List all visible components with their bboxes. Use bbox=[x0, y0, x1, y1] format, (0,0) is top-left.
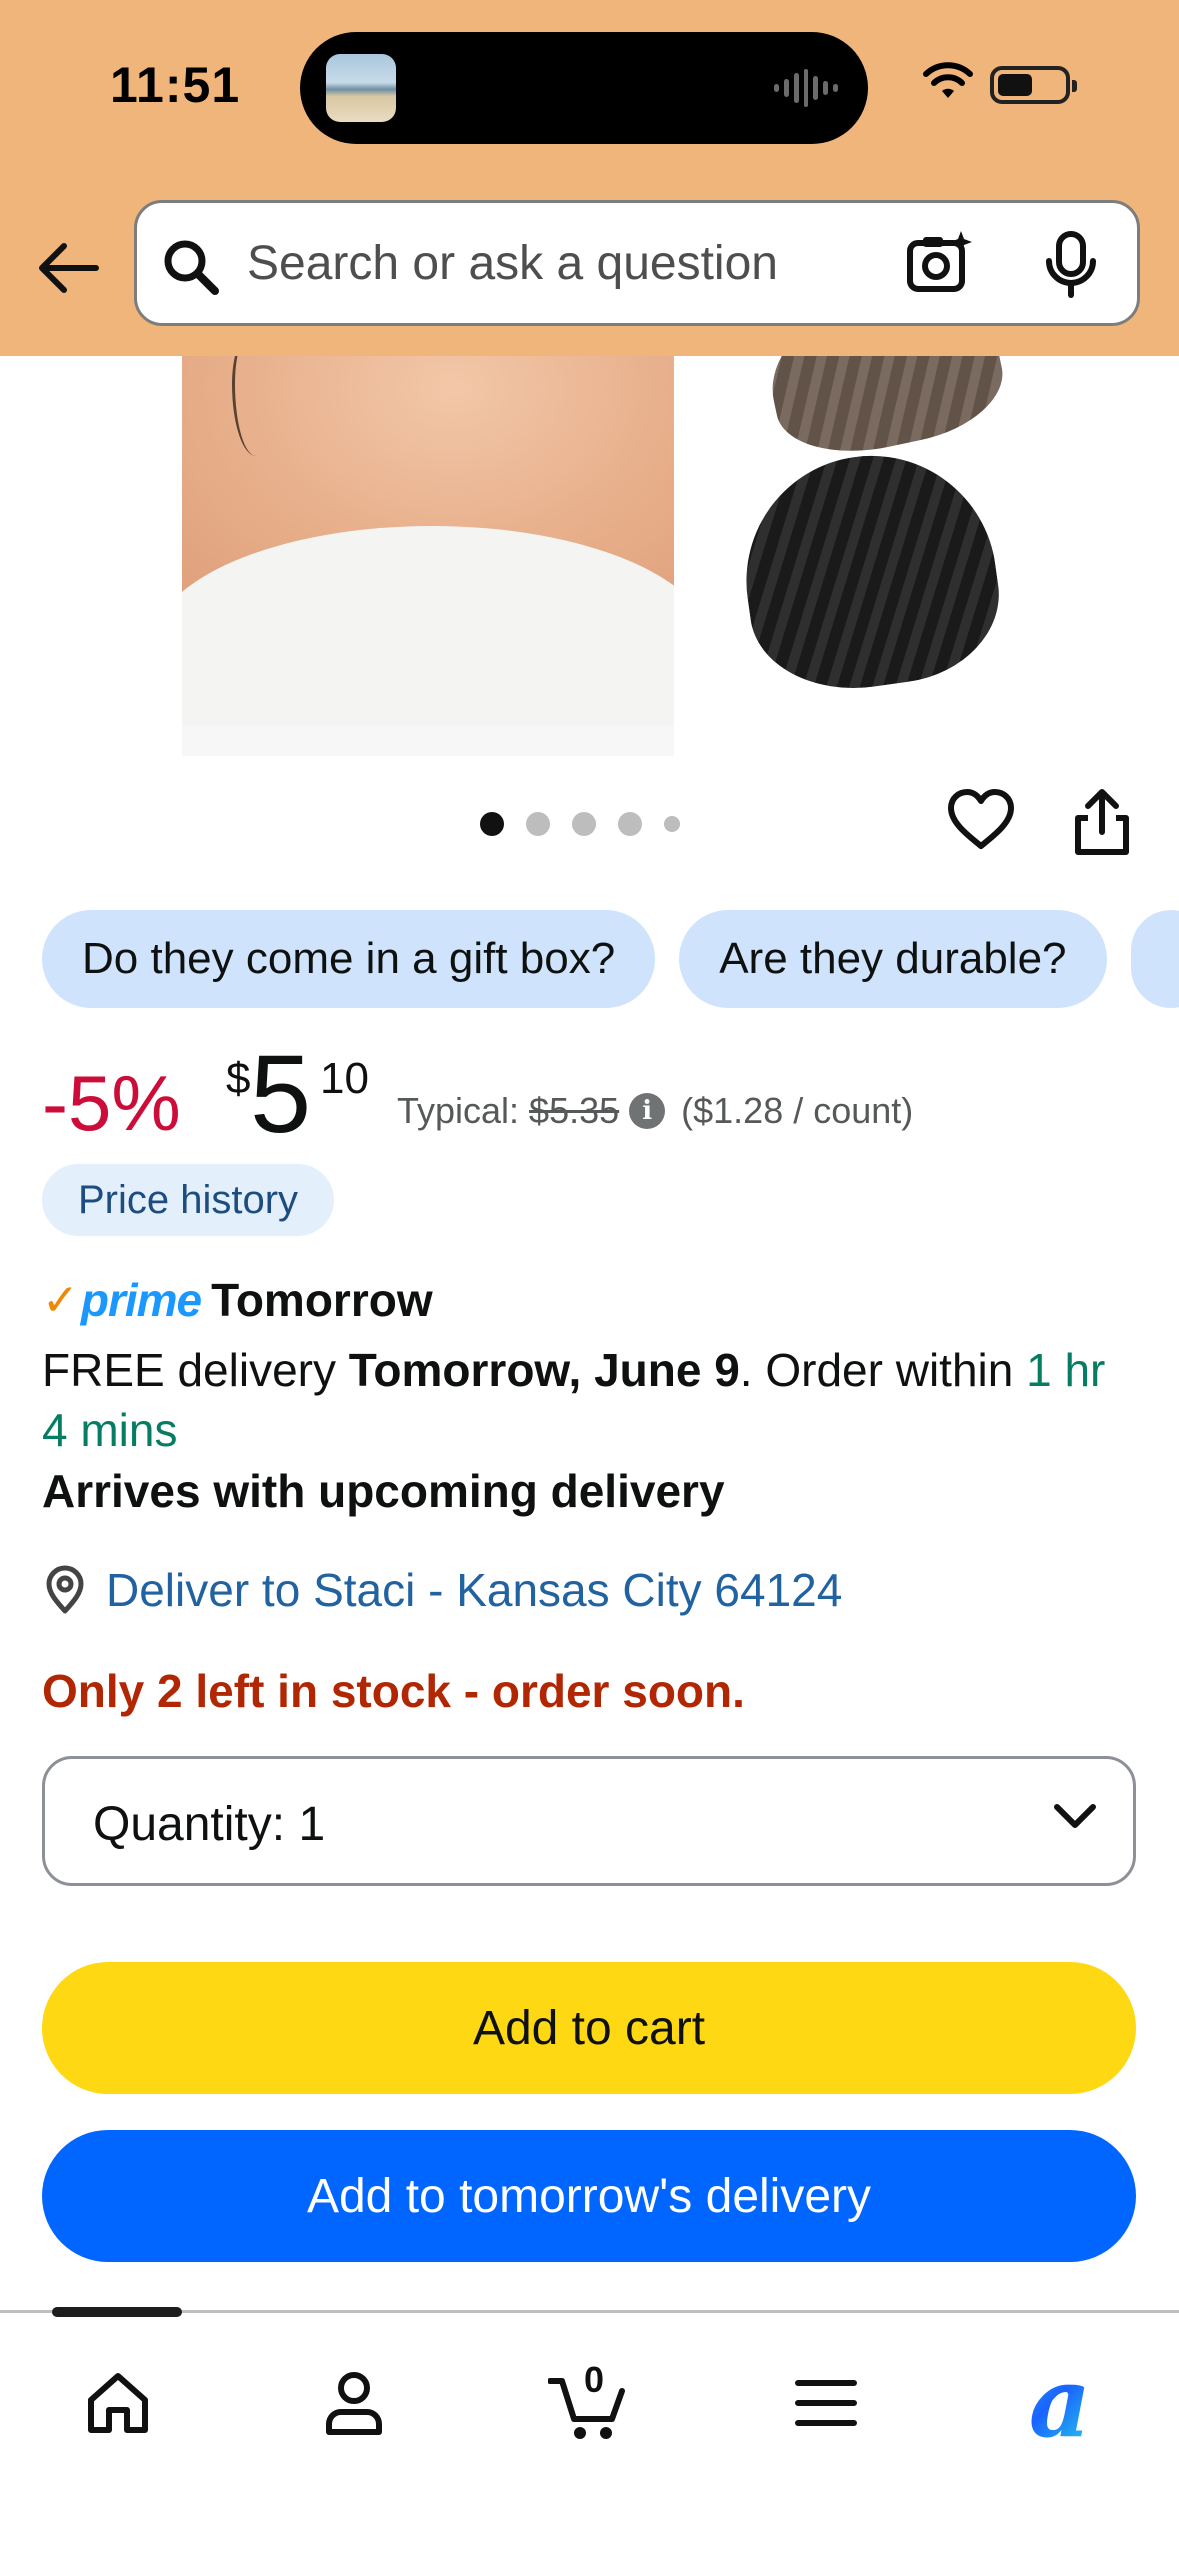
quantity-label-text: Quantity: bbox=[93, 1798, 286, 1851]
nav-account[interactable] bbox=[304, 2353, 404, 2453]
rufus-icon: a bbox=[1028, 2346, 1092, 2459]
share-icon[interactable] bbox=[1070, 788, 1134, 858]
app-header: 11:51 bbox=[0, 0, 1179, 356]
typical-price: Typical: $5.35 i ($1.28 / count) bbox=[397, 1090, 913, 1132]
chip-durable[interactable]: Are they durable? bbox=[679, 910, 1107, 1008]
price-currency: $ bbox=[226, 1054, 251, 1103]
delivery-message: FREE delivery Tomorrow, June 9. Order wi… bbox=[42, 1340, 1142, 1460]
delivery-date: Tomorrow, June 9 bbox=[348, 1344, 740, 1396]
battery-icon bbox=[990, 66, 1077, 104]
quantity-label: Quantity: 1 bbox=[93, 1797, 325, 1852]
chevron-down-icon bbox=[1054, 1804, 1096, 1828]
prime-delivery-day: Tomorrow bbox=[211, 1274, 433, 1326]
prime-check-icon: ✓ bbox=[42, 1275, 79, 1325]
order-within-prefix: . Order within bbox=[739, 1344, 1014, 1396]
delivery-free-prefix: FREE delivery bbox=[42, 1344, 336, 1396]
back-button[interactable] bbox=[30, 230, 106, 306]
nav-home[interactable] bbox=[68, 2353, 168, 2453]
active-tab-indicator bbox=[52, 2307, 182, 2317]
info-icon[interactable]: i bbox=[629, 1093, 666, 1129]
carousel-dots[interactable] bbox=[480, 812, 680, 836]
search-input[interactable] bbox=[247, 203, 887, 323]
arrives-with-upcoming: Arrives with upcoming delivery bbox=[42, 1465, 725, 1517]
add-to-cart-button[interactable]: Add to cart bbox=[42, 1962, 1136, 2094]
carousel-dot[interactable] bbox=[572, 812, 596, 836]
chip-more[interactable] bbox=[1130, 910, 1179, 1008]
product-photo-brown-clip bbox=[756, 356, 1014, 469]
carousel-dot[interactable] bbox=[618, 812, 642, 836]
now-playing-thumbnail bbox=[326, 54, 396, 122]
discount-percent: -5% bbox=[42, 1059, 181, 1147]
microphone-icon[interactable] bbox=[1043, 231, 1099, 299]
menu-icon bbox=[795, 2380, 857, 2426]
price-whole: 5 bbox=[250, 1033, 312, 1156]
search-icon bbox=[164, 240, 219, 295]
home-icon bbox=[88, 2373, 148, 2433]
nav-rufus-assistant[interactable]: a bbox=[1010, 2353, 1110, 2453]
back-arrow-icon bbox=[39, 243, 99, 293]
deliver-to-text[interactable]: Deliver to Staci - Kansas City 64124 bbox=[106, 1563, 842, 1617]
price-block: -5% $ 5 10 Typical: $5.35 i ($1.28 / cou… bbox=[42, 1040, 1142, 1160]
search-bar[interactable] bbox=[134, 200, 1140, 326]
deliver-to-link[interactable]: Deliver to Staci - Kansas City 64124 bbox=[42, 1560, 842, 1620]
stock-warning: Only 2 left in stock - order soon. bbox=[42, 1665, 745, 1717]
add-to-tomorrow-delivery-button[interactable]: Add to tomorrow's delivery bbox=[42, 2130, 1136, 2262]
price-fraction: 10 bbox=[320, 1054, 369, 1103]
product-image-carousel[interactable] bbox=[0, 356, 1179, 756]
location-pin-icon bbox=[46, 1565, 84, 1614]
product-photo-model bbox=[182, 356, 674, 756]
audio-waveform-icon bbox=[774, 68, 839, 108]
prime-badge: ✓ prime Tomorrow bbox=[42, 1270, 433, 1330]
quantity-value: 1 bbox=[298, 1798, 326, 1851]
quantity-dropdown[interactable]: Quantity: 1 bbox=[42, 1756, 1136, 1886]
carousel-dot[interactable] bbox=[664, 816, 680, 832]
account-icon bbox=[326, 2372, 382, 2435]
heart-icon[interactable] bbox=[946, 788, 1016, 852]
carousel-dot[interactable] bbox=[480, 812, 504, 836]
typical-label: Typical: bbox=[397, 1090, 520, 1131]
status-time: 11:51 bbox=[110, 57, 241, 113]
prime-logo: prime bbox=[80, 1274, 202, 1326]
price-history-button[interactable]: Price history bbox=[42, 1164, 335, 1236]
typical-price-value: $5.35 bbox=[529, 1090, 620, 1131]
wifi-icon bbox=[923, 62, 973, 98]
nav-menu[interactable] bbox=[776, 2353, 876, 2453]
camera-search-icon[interactable] bbox=[905, 229, 975, 299]
question-chips: Do they come in a gift box? Are they dur… bbox=[42, 910, 1179, 1010]
bottom-navigation: 0 a bbox=[0, 2307, 1179, 2556]
chip-gift-box[interactable]: Do they come in a gift box? bbox=[42, 910, 656, 1008]
cart-count-badge: 0 bbox=[584, 2359, 605, 2400]
dynamic-island[interactable] bbox=[300, 32, 868, 144]
unit-price: ($1.28 / count) bbox=[681, 1090, 914, 1131]
carousel-dot[interactable] bbox=[526, 812, 550, 836]
nav-cart[interactable]: 0 bbox=[540, 2353, 640, 2453]
product-photo-black-clip bbox=[730, 439, 1010, 703]
